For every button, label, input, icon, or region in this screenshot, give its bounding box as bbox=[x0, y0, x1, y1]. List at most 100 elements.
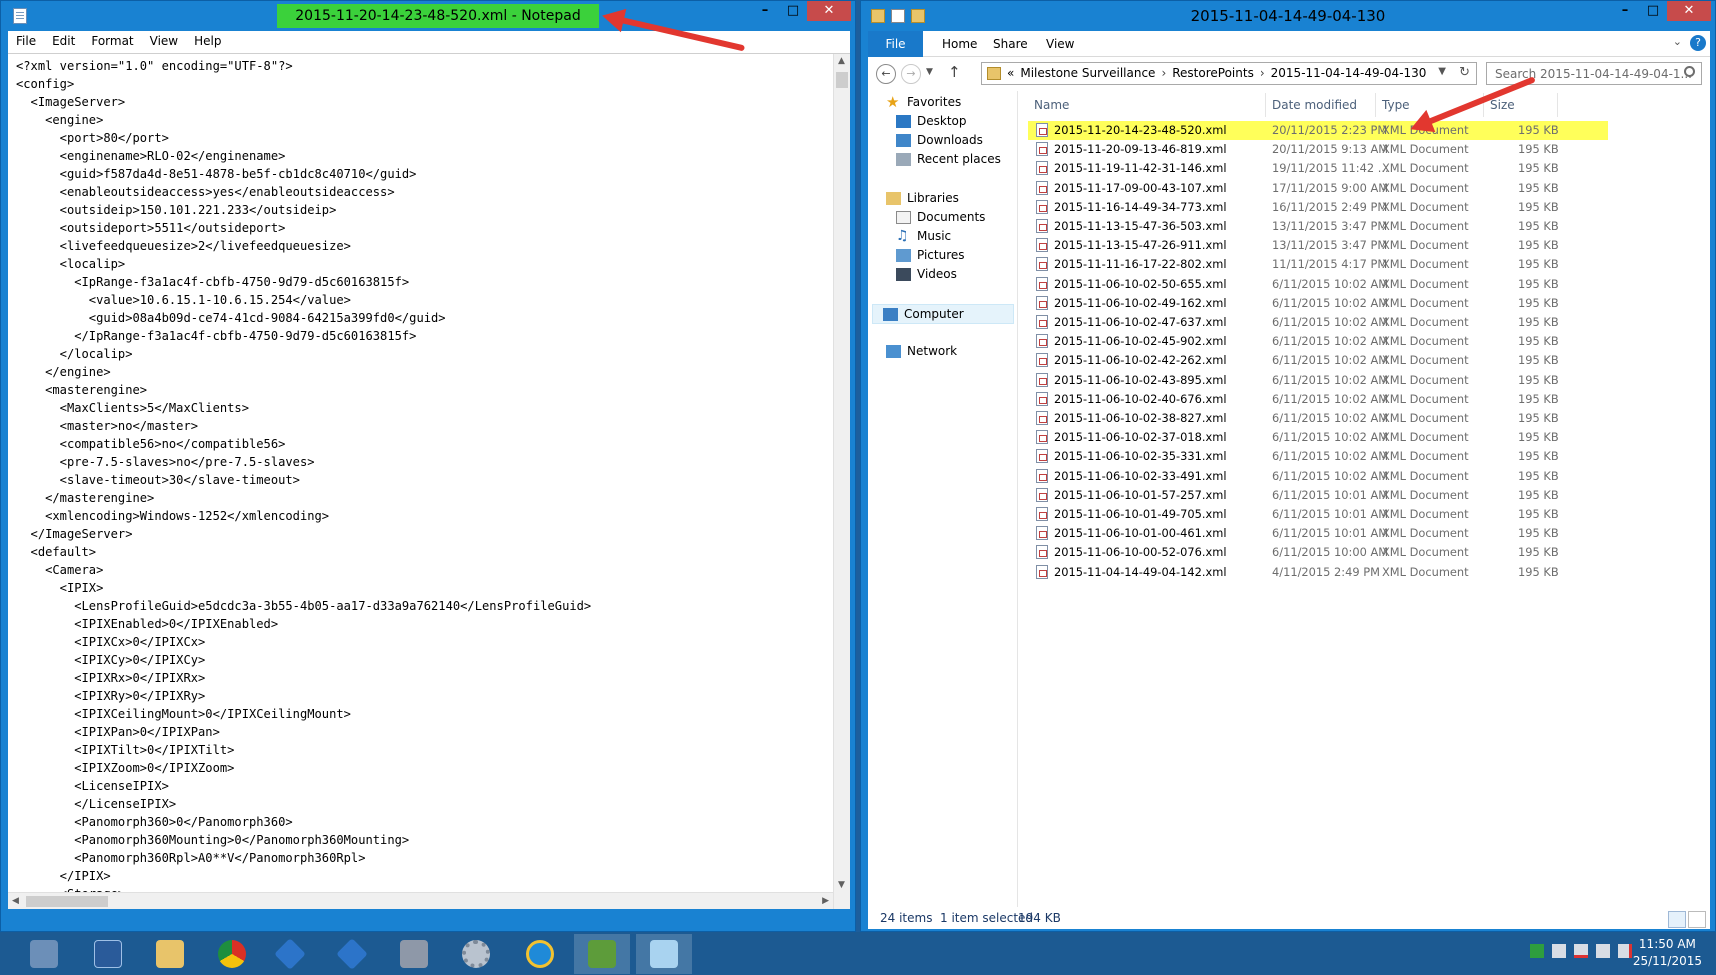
close-icon[interactable]: ✕ bbox=[1667, 1, 1711, 21]
notepad-content[interactable]: <?xml version="1.0" encoding="UTF-8"?> <… bbox=[16, 57, 591, 903]
search-icon[interactable] bbox=[1684, 66, 1695, 77]
taskbar-explorer[interactable] bbox=[142, 934, 198, 974]
file-row[interactable]: 2015-11-04-14-49-04-142.xml 4/11/2015 2:4… bbox=[1028, 563, 1608, 582]
tray-green-icon[interactable] bbox=[1530, 944, 1544, 958]
file-row[interactable]: 2015-11-13-15-47-26-911.xml 13/11/2015 3:… bbox=[1028, 236, 1608, 255]
minimize-icon[interactable]: – bbox=[751, 1, 779, 21]
back-arrow-icon[interactable]: ← bbox=[876, 64, 896, 84]
breadcrumb-current[interactable]: 2015-11-04-14-49-04-130 bbox=[1271, 66, 1427, 80]
taskbar: 11:50 AM 25/11/2015 bbox=[0, 932, 1716, 975]
nav-videos[interactable]: Videos bbox=[896, 267, 957, 281]
up-arrow-icon[interactable]: ↑ bbox=[948, 63, 961, 81]
column-date-modified[interactable]: Date modified bbox=[1266, 93, 1376, 117]
scroll-down-icon[interactable]: ▼ bbox=[838, 880, 845, 890]
taskbar-app-diamond-1[interactable] bbox=[262, 934, 318, 974]
ribbon-tab-view[interactable]: View bbox=[1046, 37, 1074, 51]
maximize-icon[interactable]: □ bbox=[1639, 1, 1667, 21]
file-row[interactable]: 2015-11-06-10-01-00-461.xml 6/11/2015 10:… bbox=[1028, 524, 1608, 543]
breadcrumb-overflow[interactable]: « bbox=[1007, 66, 1014, 80]
file-row[interactable]: 2015-11-06-10-02-49-162.xml 6/11/2015 10:… bbox=[1028, 294, 1608, 313]
scroll-up-icon[interactable]: ▲ bbox=[838, 56, 845, 66]
file-row[interactable]: 2015-11-06-10-00-52-076.xml 6/11/2015 10:… bbox=[1028, 543, 1608, 562]
file-row[interactable]: 2015-11-06-10-02-43-895.xml 6/11/2015 10:… bbox=[1028, 371, 1608, 390]
file-row[interactable]: 2015-11-11-16-17-22-802.xml 11/11/2015 4:… bbox=[1028, 255, 1608, 274]
taskbar-app-server[interactable] bbox=[386, 934, 442, 974]
file-row[interactable]: 2015-11-06-10-02-42-262.xml 6/11/2015 10:… bbox=[1028, 351, 1608, 370]
file-row[interactable]: 2015-11-17-09-00-43-107.xml 17/11/2015 9:… bbox=[1028, 179, 1608, 198]
menu-format[interactable]: Format bbox=[83, 31, 141, 53]
file-row[interactable]: 2015-11-06-10-02-45-902.xml 6/11/2015 10:… bbox=[1028, 332, 1608, 351]
menu-file[interactable]: File bbox=[8, 31, 44, 53]
taskbar-chrome[interactable] bbox=[204, 934, 260, 974]
file-date: 6/11/2015 10:02 AM bbox=[1272, 315, 1389, 329]
notepad-text-area[interactable]: <?xml version="1.0" encoding="UTF-8"?> <… bbox=[8, 53, 850, 909]
network-status-icon[interactable] bbox=[1596, 944, 1610, 958]
chevron-down-icon[interactable]: ▼ bbox=[1438, 66, 1446, 77]
file-row[interactable]: 2015-11-13-15-47-36-503.xml 13/11/2015 3:… bbox=[1028, 217, 1608, 236]
file-row[interactable]: 2015-11-20-14-23-48-520.xml 20/11/2015 2:… bbox=[1028, 121, 1608, 140]
nav-network[interactable]: Network bbox=[886, 344, 957, 358]
file-row[interactable]: 2015-11-19-11-42-31-146.xml 19/11/2015 11… bbox=[1028, 159, 1608, 178]
chevron-right-icon[interactable]: › bbox=[1260, 66, 1265, 80]
menu-view[interactable]: View bbox=[142, 31, 186, 53]
ribbon-tab-home[interactable]: Home bbox=[942, 37, 977, 51]
file-row[interactable]: 2015-11-06-10-02-40-676.xml 6/11/2015 10:… bbox=[1028, 390, 1608, 409]
tray-server-icon[interactable] bbox=[1552, 944, 1566, 958]
chevron-right-icon[interactable]: › bbox=[1161, 66, 1166, 80]
nav-desktop[interactable]: Desktop bbox=[896, 114, 967, 128]
nav-music[interactable]: ♫ Music bbox=[896, 229, 951, 244]
horizontal-scroll-thumb[interactable] bbox=[26, 896, 108, 907]
vertical-scrollbar[interactable]: ▲ ▼ bbox=[833, 54, 850, 909]
close-icon[interactable]: ✕ bbox=[807, 1, 851, 21]
tray-warning-icon[interactable] bbox=[1574, 944, 1588, 958]
file-row[interactable]: 2015-11-06-10-02-37-018.xml 6/11/2015 10:… bbox=[1028, 428, 1608, 447]
address-bar[interactable]: « Milestone Surveillance › RestorePoints… bbox=[981, 62, 1477, 85]
minimize-icon[interactable]: – bbox=[1611, 1, 1639, 21]
taskbar-chart-app[interactable] bbox=[574, 934, 630, 974]
nav-favorites[interactable]: ★ Favorites bbox=[886, 94, 961, 109]
forward-arrow-icon[interactable]: → bbox=[901, 64, 921, 84]
menu-help[interactable]: Help bbox=[186, 31, 229, 53]
file-row[interactable]: 2015-11-06-10-01-57-257.xml 6/11/2015 10:… bbox=[1028, 486, 1608, 505]
file-row[interactable]: 2015-11-06-10-02-33-491.xml 6/11/2015 10:… bbox=[1028, 467, 1608, 486]
nav-computer[interactable]: Computer bbox=[872, 304, 1014, 324]
taskbar-powershell[interactable] bbox=[80, 934, 136, 974]
large-icons-view-icon[interactable] bbox=[1688, 911, 1706, 928]
file-row[interactable]: 2015-11-06-10-02-35-331.xml 6/11/2015 10:… bbox=[1028, 447, 1608, 466]
nav-libraries[interactable]: Libraries bbox=[886, 191, 959, 205]
maximize-icon[interactable]: □ bbox=[779, 1, 807, 21]
help-icon[interactable]: ? bbox=[1690, 35, 1706, 51]
breadcrumb-restorepoints[interactable]: RestorePoints bbox=[1172, 66, 1254, 80]
scroll-right-icon[interactable]: ▶ bbox=[822, 896, 829, 906]
details-view-icon[interactable] bbox=[1668, 911, 1686, 928]
nav-downloads[interactable]: Downloads bbox=[896, 133, 983, 147]
recent-locations-icon[interactable]: ▼ bbox=[926, 67, 933, 77]
taskbar-notepad[interactable] bbox=[636, 934, 692, 974]
taskbar-settings[interactable] bbox=[448, 934, 504, 974]
nav-recent-places[interactable]: Recent places bbox=[896, 152, 1001, 166]
file-row[interactable]: 2015-11-06-10-02-38-827.xml 6/11/2015 10:… bbox=[1028, 409, 1608, 428]
menu-edit[interactable]: Edit bbox=[44, 31, 83, 53]
scroll-left-icon[interactable]: ◀ bbox=[12, 896, 19, 906]
ribbon-tab-file[interactable]: File bbox=[868, 31, 923, 57]
column-name[interactable]: Name bbox=[1028, 93, 1266, 117]
taskbar-ie[interactable] bbox=[512, 934, 568, 974]
horizontal-scrollbar[interactable]: ◀ ▶ bbox=[8, 892, 833, 909]
volume-muted-icon[interactable] bbox=[1618, 944, 1632, 958]
nav-pictures[interactable]: Pictures bbox=[896, 248, 965, 262]
file-row[interactable]: 2015-11-06-10-02-47-637.xml 6/11/2015 10:… bbox=[1028, 313, 1608, 332]
vertical-scroll-thumb[interactable] bbox=[836, 72, 848, 88]
notepad-titlebar[interactable]: 2015-11-20-14-23-48-520.xml - Notepad – … bbox=[1, 1, 855, 31]
file-row[interactable]: 2015-11-20-09-13-46-819.xml 20/11/2015 9:… bbox=[1028, 140, 1608, 159]
start-button[interactable] bbox=[16, 934, 72, 974]
file-row[interactable]: 2015-11-06-10-01-49-705.xml 6/11/2015 10:… bbox=[1028, 505, 1608, 524]
ribbon-tab-share[interactable]: Share bbox=[993, 37, 1028, 51]
file-row[interactable]: 2015-11-16-14-49-34-773.xml 16/11/2015 2:… bbox=[1028, 198, 1608, 217]
breadcrumb-milestone[interactable]: Milestone Surveillance bbox=[1020, 66, 1155, 80]
nav-documents[interactable]: Documents bbox=[896, 210, 985, 224]
file-row[interactable]: 2015-11-06-10-02-50-655.xml 6/11/2015 10:… bbox=[1028, 275, 1608, 294]
taskbar-app-diamond-2[interactable] bbox=[324, 934, 380, 974]
chevron-down-icon[interactable]: ⌄ bbox=[1673, 35, 1682, 48]
clock[interactable]: 11:50 AM 25/11/2015 bbox=[1633, 936, 1702, 970]
refresh-icon[interactable]: ↻ bbox=[1459, 65, 1470, 80]
